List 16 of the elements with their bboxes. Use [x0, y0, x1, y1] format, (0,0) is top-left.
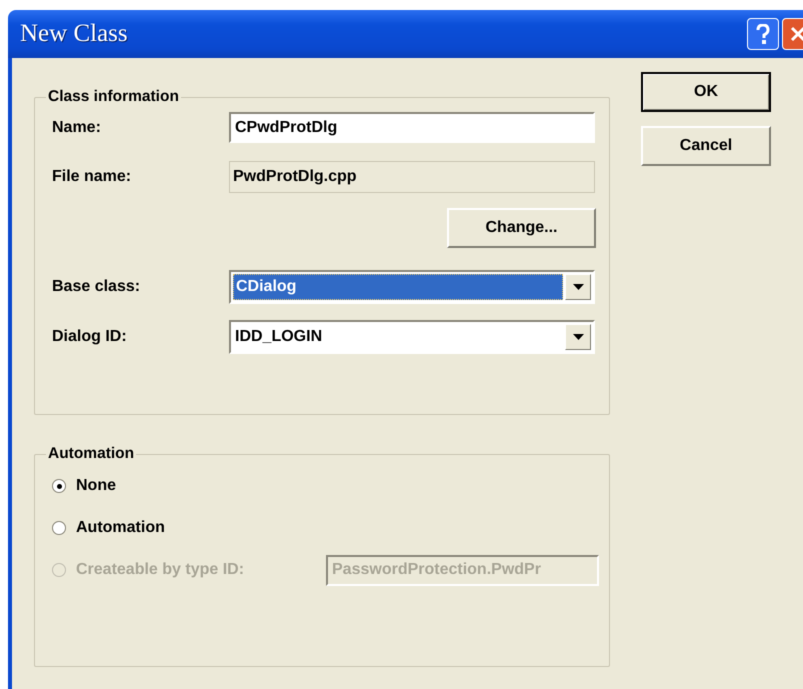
field-label: File name: [52, 168, 132, 186]
cancel-button[interactable]: Cancel [641, 126, 771, 166]
field-label: Name: [52, 118, 102, 136]
radio-option[interactable]: None [52, 477, 326, 495]
group-title: Class information [47, 88, 180, 106]
dropdown[interactable]: CDialog [229, 270, 595, 304]
radio-option[interactable]: Automation [52, 519, 326, 537]
field-label: Dialog ID: [52, 328, 128, 346]
ok-button[interactable]: OK [641, 72, 771, 112]
window-title: New Class [20, 20, 128, 48]
group-title: Automation [47, 445, 136, 463]
file-name-field: PwdProtDlg.cpp [229, 161, 595, 193]
name-field[interactable]: CPwdProtDlg [229, 112, 595, 143]
dropdown[interactable]: IDD_LOGIN [229, 320, 595, 354]
field-label: Base class: [52, 278, 142, 296]
change-button[interactable]: Change... [447, 208, 596, 248]
